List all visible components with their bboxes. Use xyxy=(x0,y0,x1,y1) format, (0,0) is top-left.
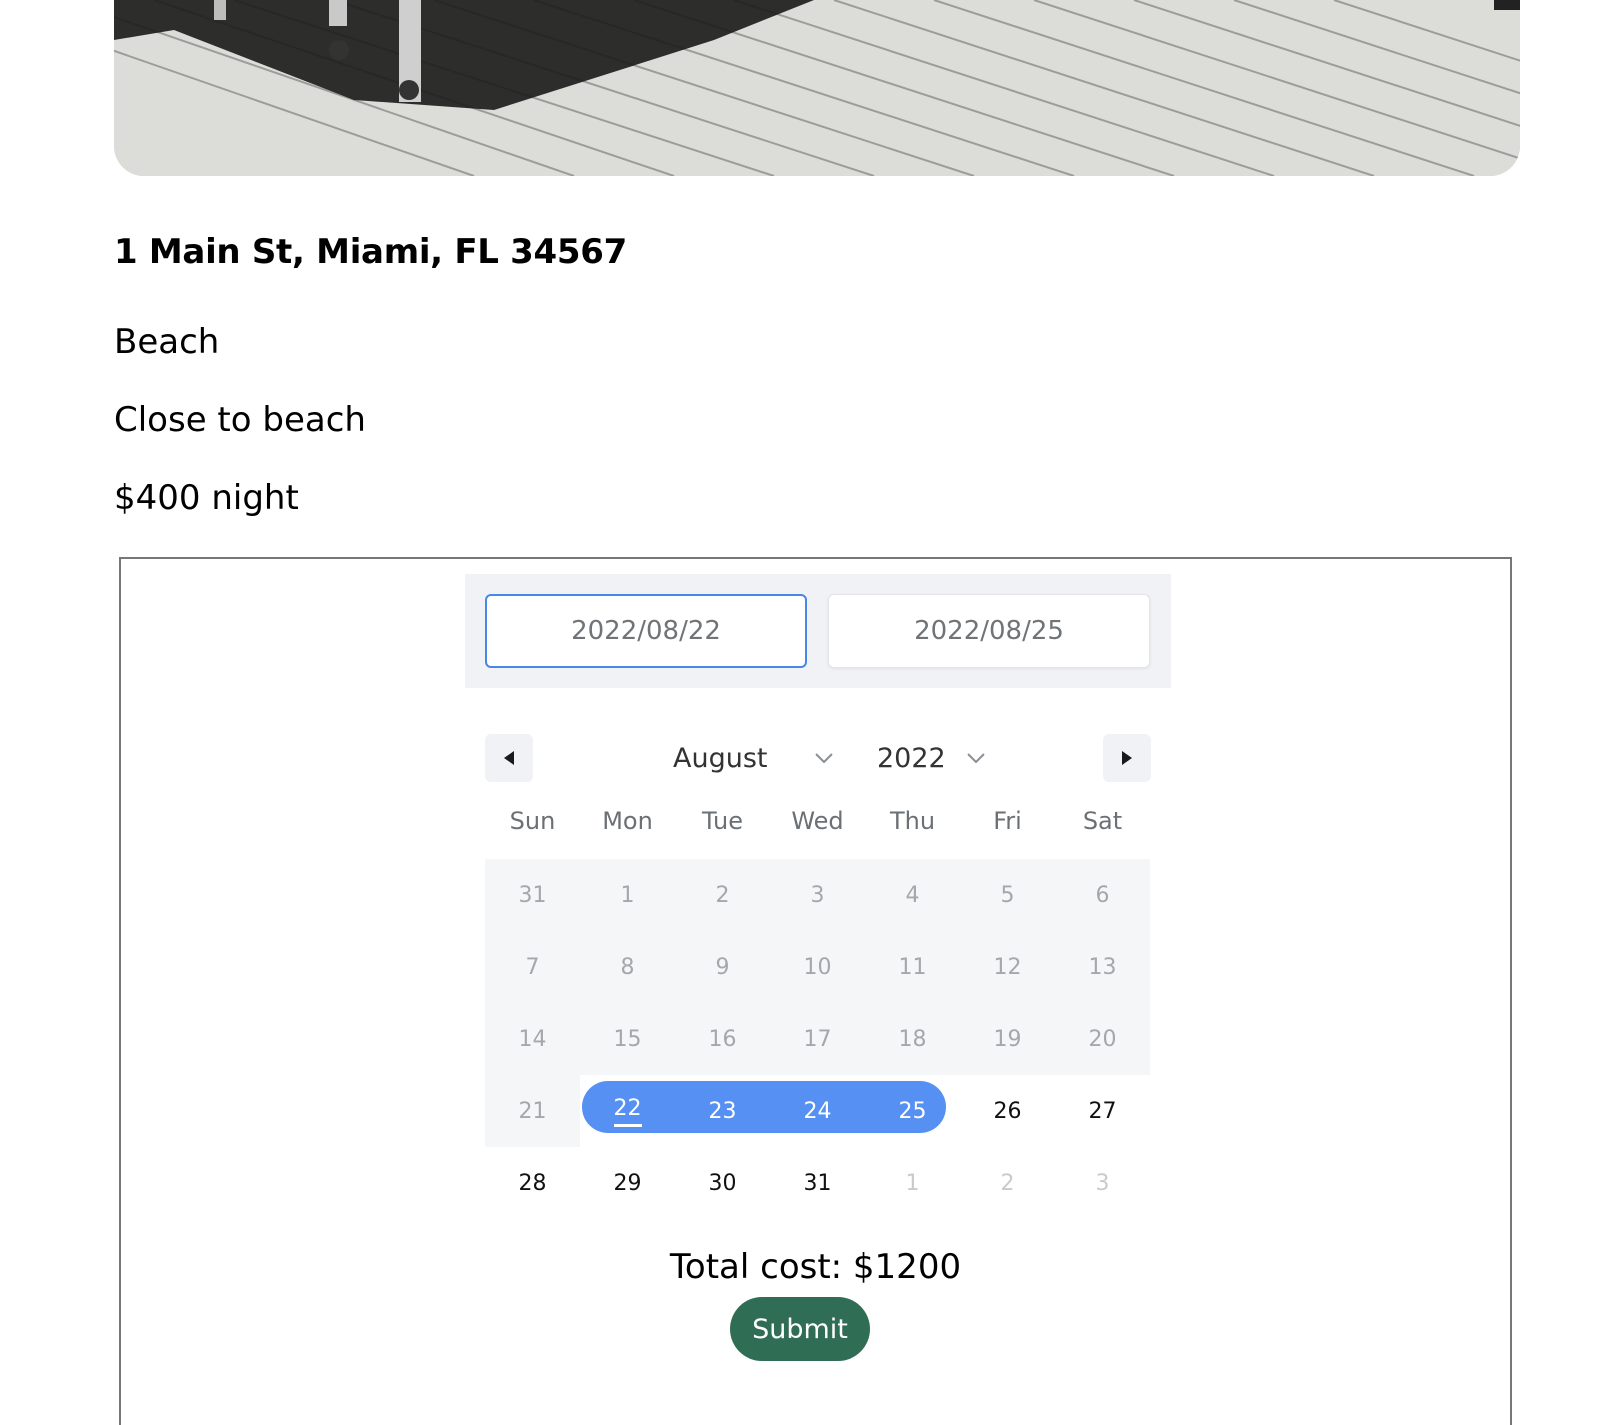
calendar-day-disabled: 31 xyxy=(485,859,580,931)
calendar-day-disabled: 9 xyxy=(675,931,770,1003)
prev-month-button[interactable] xyxy=(485,734,533,782)
weekday-label: Mon xyxy=(602,807,653,835)
calendar-day-disabled: 5 xyxy=(960,859,1055,931)
weekday-label: Sat xyxy=(1082,807,1123,835)
calendar-day-disabled: 2 xyxy=(675,859,770,931)
calendar-day[interactable]: 26 xyxy=(960,1075,1055,1147)
calendar-day-disabled: 12 xyxy=(960,931,1055,1003)
weekday-header: Sun Mon Tue Wed Thu Fri Sat xyxy=(485,807,1150,835)
calendar-day-disabled: 3 xyxy=(770,859,865,931)
calendar-day-next-month[interactable]: 2 xyxy=(960,1147,1055,1219)
calendar-day-disabled: 21 xyxy=(485,1075,580,1147)
total-cost: Total cost: $1200 xyxy=(669,1247,962,1287)
calendar-day-disabled: 13 xyxy=(1055,931,1150,1003)
calendar-day-disabled: 8 xyxy=(580,931,675,1003)
end-date-input[interactable] xyxy=(828,594,1150,668)
listing-type: Beach xyxy=(114,322,220,362)
submit-button[interactable]: Submit xyxy=(730,1297,870,1361)
calendar-day-in-range[interactable]: 23 xyxy=(675,1075,770,1147)
chevron-down-icon xyxy=(814,753,833,764)
calendar-day-disabled: 15 xyxy=(580,1003,675,1075)
start-date-input[interactable] xyxy=(485,594,807,668)
calendar-day-disabled: 7 xyxy=(485,931,580,1003)
caret-left-icon xyxy=(504,751,514,765)
calendar-day-range-start[interactable]: 22 xyxy=(580,1075,675,1147)
weekday-label: Fri xyxy=(993,807,1022,835)
calendar-day-disabled: 14 xyxy=(485,1003,580,1075)
calendar-day[interactable]: 29 xyxy=(580,1147,675,1219)
calendar-day[interactable]: 27 xyxy=(1055,1075,1150,1147)
calendar-day-disabled: 16 xyxy=(675,1003,770,1075)
calendar-day-range-end[interactable]: 25 xyxy=(865,1075,960,1147)
calendar-day[interactable]: 28 xyxy=(485,1147,580,1219)
calendar-day-disabled: 18 xyxy=(865,1003,960,1075)
weekday-label: Sun xyxy=(509,807,556,835)
calendar-day-disabled: 6 xyxy=(1055,859,1150,931)
listing-address: 1 Main St, Miami, FL 34567 xyxy=(114,232,627,272)
calendar-day-disabled: 11 xyxy=(865,931,960,1003)
calendar-day-disabled: 17 xyxy=(770,1003,865,1075)
calendar-day-disabled: 10 xyxy=(770,931,865,1003)
caret-right-icon xyxy=(1122,751,1132,765)
calendar-day-disabled: 4 xyxy=(865,859,960,931)
listing-description: Close to beach xyxy=(114,400,366,440)
calendar-day[interactable]: 30 xyxy=(675,1147,770,1219)
weekday-label: Wed xyxy=(791,807,844,835)
month-select-value: August xyxy=(673,742,768,774)
year-select[interactable]: 2022 xyxy=(877,736,986,780)
year-select-value: 2022 xyxy=(877,742,946,774)
calendar-day-next-month[interactable]: 3 xyxy=(1055,1147,1150,1219)
calendar-grid: 31 1 2 3 4 5 6 7 8 9 10 11 12 13 14 15 1… xyxy=(485,859,1150,1219)
weekday-label: Thu xyxy=(889,807,936,835)
booking-form: August 2022 Sun Mon Tue Wed Thu Fri Sat … xyxy=(119,557,1512,1425)
listing-price: $400 night xyxy=(114,478,299,518)
date-range-inputs xyxy=(465,574,1171,688)
calendar-day-disabled: 20 xyxy=(1055,1003,1150,1075)
calendar-header: August 2022 xyxy=(485,734,1151,782)
listing-photo xyxy=(114,0,1520,176)
calendar-day-disabled: 1 xyxy=(580,859,675,931)
weekday-label: Tue xyxy=(702,807,743,835)
next-month-button[interactable] xyxy=(1103,734,1151,782)
calendar-day[interactable]: 31 xyxy=(770,1147,865,1219)
calendar-day-disabled: 19 xyxy=(960,1003,1055,1075)
month-select[interactable]: August xyxy=(673,736,834,780)
calendar-day-in-range[interactable]: 24 xyxy=(770,1075,865,1147)
chevron-down-icon xyxy=(967,753,985,764)
calendar-day-next-month[interactable]: 1 xyxy=(865,1147,960,1219)
